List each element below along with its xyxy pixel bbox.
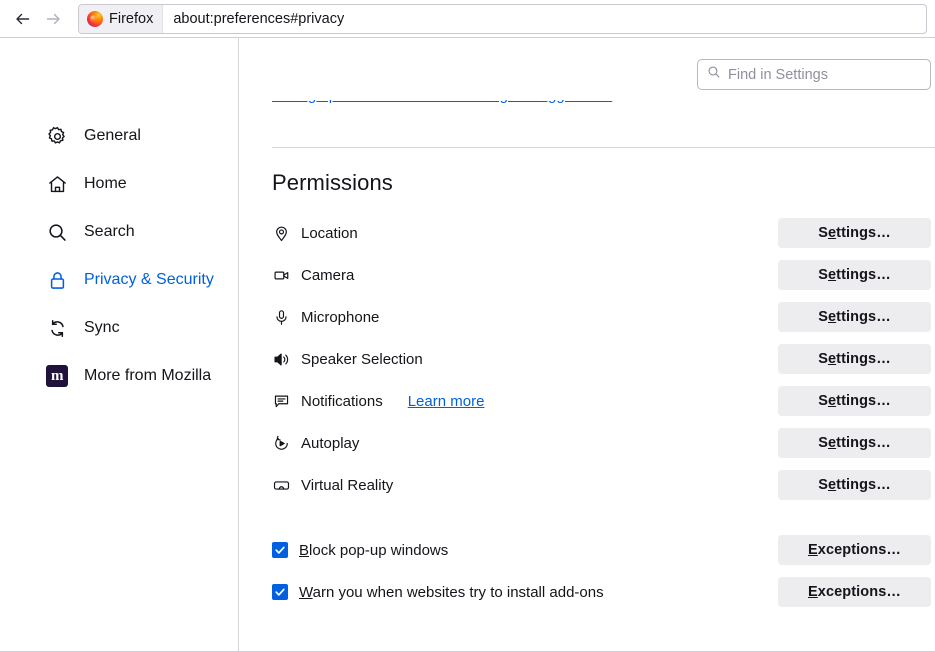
- sidebar-item-more-from-mozilla[interactable]: m More from Mozilla: [0, 360, 238, 392]
- gear-icon: [46, 125, 68, 147]
- permission-row-speaker-selection: Speaker Selection Se ttings…: [268, 338, 935, 380]
- permission-row-camera: Camera Se ttings…: [268, 254, 935, 296]
- microphone-icon: [272, 308, 290, 326]
- identity-label: Firefox: [109, 10, 154, 27]
- sidebar-item-label: Sync: [84, 319, 120, 336]
- search-suggestions-preferences-link[interactable]: Change preferences for search engine sug…: [272, 100, 612, 104]
- virtual-reality-settings-button[interactable]: Se ttings…: [778, 470, 931, 500]
- block-popups-checkbox[interactable]: [272, 542, 288, 558]
- back-button[interactable]: [8, 5, 38, 33]
- permission-label: Notifications: [301, 392, 383, 410]
- speaker-icon: [272, 350, 290, 368]
- search-icon: [46, 221, 68, 243]
- sidebar-item-label: Search: [84, 223, 135, 240]
- notifications-learn-more-link[interactable]: Learn more: [408, 393, 485, 410]
- permission-label-group: Camera: [272, 266, 778, 284]
- address-bar-url[interactable]: about:preferences#privacy: [163, 11, 344, 27]
- section-divider: [272, 147, 935, 148]
- location-pin-icon: [272, 224, 290, 242]
- checkbox-row-warn-addon-install: Warn you when websites try to install ad…: [268, 571, 935, 613]
- notifications-settings-button[interactable]: Se ttings…: [778, 386, 931, 416]
- permission-label: Virtual Reality: [301, 476, 394, 494]
- sidebar-item-label: More from Mozilla: [84, 367, 212, 384]
- permission-label-group: Virtual Reality: [272, 476, 778, 494]
- sidebar-item-search[interactable]: Search: [0, 216, 238, 248]
- preferences-content: Change preferences for search engine sug…: [239, 38, 935, 651]
- sidebar-item-general[interactable]: General: [0, 120, 238, 152]
- lock-icon: [46, 269, 68, 291]
- arrow-right-icon: [44, 10, 62, 28]
- block-popups-label: Block pop-up windows: [299, 541, 449, 559]
- autoplay-settings-button[interactable]: Se ttings…: [778, 428, 931, 458]
- preferences-page: General Home Search Privacy & Security S…: [0, 38, 935, 652]
- home-icon: [46, 173, 68, 195]
- warn-addon-install-exceptions-button[interactable]: Exceptions…: [778, 577, 931, 607]
- permission-label: Microphone: [301, 308, 380, 326]
- permissions-checkbox-list: Block pop-up windows Exceptions… Warn yo…: [268, 529, 935, 613]
- permission-row-notifications: Notifications Learn more Se ttings…: [268, 380, 935, 422]
- permissions-list: Location Se ttings… Camera Se ttings… Mi…: [268, 212, 935, 506]
- permission-row-virtual-reality: Virtual Reality Se ttings…: [268, 464, 935, 506]
- autoplay-icon: [272, 434, 290, 452]
- permission-label-group: Notifications Learn more: [272, 392, 778, 410]
- camera-settings-button[interactable]: Se ttings…: [778, 260, 931, 290]
- permission-label-group: Autoplay: [272, 434, 778, 452]
- warn-addon-install-label: Warn you when websites try to install ad…: [299, 583, 604, 601]
- page-title: Permissions: [272, 170, 393, 195]
- permission-label-group: Location: [272, 224, 778, 242]
- sync-icon: [46, 317, 68, 339]
- permission-label: Camera: [301, 266, 355, 284]
- microphone-settings-button[interactable]: Se ttings…: [778, 302, 931, 332]
- location-settings-button[interactable]: Se ttings…: [778, 218, 931, 248]
- checkbox-row-block-popups: Block pop-up windows Exceptions…: [268, 529, 935, 571]
- sidebar-item-home[interactable]: Home: [0, 168, 238, 200]
- firefox-logo-icon: [87, 10, 103, 27]
- camera-icon: [272, 266, 290, 284]
- arrow-left-icon: [14, 10, 32, 28]
- search-row: [268, 38, 935, 90]
- permission-row-autoplay: Autoplay Se ttings…: [268, 422, 935, 464]
- notification-icon: [272, 392, 290, 410]
- sidebar-item-label: General: [84, 127, 141, 144]
- sidebar-item-sync[interactable]: Sync: [0, 312, 238, 344]
- browser-toolbar: Firefox about:preferences#privacy: [0, 0, 935, 38]
- search-icon: [707, 65, 721, 84]
- checkbox-label-group[interactable]: Warn you when websites try to install ad…: [272, 584, 778, 601]
- permission-row-location: Location Se ttings…: [268, 212, 935, 254]
- vr-headset-icon: [272, 476, 290, 494]
- search-input[interactable]: [728, 66, 921, 83]
- sidebar-item-privacy-security[interactable]: Privacy & Security: [0, 264, 238, 296]
- permission-label-group: Microphone: [272, 308, 778, 326]
- address-bar[interactable]: Firefox about:preferences#privacy: [78, 3, 927, 34]
- sidebar-item-label: Privacy & Security: [84, 271, 214, 288]
- checkbox-label-group[interactable]: Block pop-up windows: [272, 542, 778, 559]
- previous-section-overflow: Change preferences for search engine sug…: [268, 100, 935, 126]
- block-popups-exceptions-button[interactable]: Exceptions…: [778, 535, 931, 565]
- identity-chip[interactable]: Firefox: [79, 4, 164, 33]
- preferences-sidebar: General Home Search Privacy & Security S…: [0, 38, 239, 651]
- speaker-selection-settings-button[interactable]: Se ttings…: [778, 344, 931, 374]
- permission-label: Speaker Selection: [301, 350, 423, 368]
- mozilla-m-icon: m: [46, 365, 68, 387]
- permission-label-group: Speaker Selection: [272, 350, 778, 368]
- sidebar-item-label: Home: [84, 175, 127, 192]
- permission-label: Autoplay: [301, 434, 360, 452]
- warn-addon-install-checkbox[interactable]: [272, 584, 288, 600]
- find-in-settings-box[interactable]: [697, 59, 931, 90]
- forward-button[interactable]: [38, 5, 68, 33]
- permission-label: Location: [301, 224, 358, 242]
- permission-row-microphone: Microphone Se ttings…: [268, 296, 935, 338]
